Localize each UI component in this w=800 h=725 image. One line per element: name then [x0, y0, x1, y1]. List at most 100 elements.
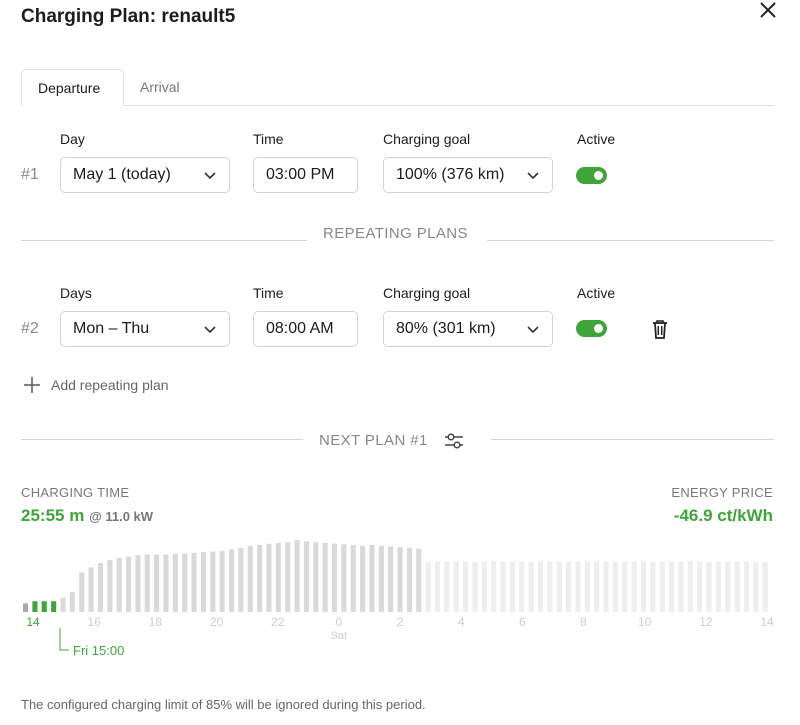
chart-bar: [435, 561, 441, 612]
time-input[interactable]: 03:00 PM: [253, 157, 358, 193]
x-tick-label: 2: [397, 615, 404, 629]
chart-bar: [97, 563, 103, 612]
chart-bar: [257, 545, 263, 612]
chart-bar: [537, 561, 543, 612]
charging-goal-select[interactable]: 80% (301 km): [383, 311, 553, 347]
chart-bar: [275, 542, 281, 612]
chart-bar: [60, 597, 66, 612]
chart-bar: [322, 542, 328, 612]
chart-bar: [622, 561, 628, 612]
chart-bar: [219, 550, 225, 612]
chart-bar: [453, 561, 459, 612]
chart-bar: [107, 560, 113, 612]
time-input-value: 08:00 AM: [266, 320, 334, 337]
active-toggle[interactable]: [576, 167, 607, 184]
time-label: Time: [253, 285, 284, 301]
chevron-down-icon: [527, 172, 539, 180]
add-repeating-plan-button[interactable]: Add repeating plan: [22, 374, 169, 396]
charging-power: @ 11.0 kW: [89, 509, 154, 524]
time-input-value: 03:00 PM: [266, 166, 335, 183]
chart-bar: [491, 561, 497, 612]
chart-bar: [294, 540, 300, 612]
chart-bar: [397, 547, 403, 612]
tab-departure[interactable]: Departure: [21, 69, 124, 106]
chart-bar: [388, 546, 394, 612]
sliders-icon[interactable]: [444, 432, 464, 450]
chart-bar: [603, 561, 609, 612]
chart-bar: [313, 542, 319, 612]
chart-bar: [631, 561, 637, 612]
days-select-value: Mon – Thu: [73, 320, 150, 337]
chevron-down-icon: [527, 326, 539, 334]
plan-marker-line: [59, 628, 69, 651]
chart-bar: [144, 554, 150, 612]
days-select[interactable]: Mon – Thu: [60, 311, 230, 347]
chart-bar: [285, 542, 291, 612]
chart-bar: [463, 561, 469, 612]
chart-bar: [612, 561, 618, 612]
charging-limit-note: The configured charging limit of 85% wil…: [21, 697, 426, 712]
chart-bar: [481, 561, 487, 612]
chart-bar: [247, 545, 253, 612]
chart-bar: [163, 554, 169, 612]
active-toggle[interactable]: [576, 320, 607, 337]
chart-bar: [79, 572, 85, 612]
chart-bar: [500, 561, 506, 612]
chart-bar: [69, 591, 75, 612]
plus-icon: [24, 377, 40, 393]
chart-bar: [238, 547, 244, 612]
x-tick-label: 4: [458, 615, 465, 629]
chart-bar: [528, 561, 534, 612]
chart-bar: [116, 558, 122, 612]
x-tick-label: 14: [26, 615, 40, 629]
chart-bar: [547, 561, 553, 612]
charging-goal-value: 100% (376 km): [396, 166, 505, 183]
chart-bar: [734, 561, 740, 612]
chart-bar: [416, 548, 422, 612]
trash-icon[interactable]: [650, 318, 670, 340]
time-input[interactable]: 08:00 AM: [253, 311, 358, 347]
chart-bar: [41, 601, 47, 612]
charging-duration: 25:55 m: [21, 506, 85, 525]
chart-bar: [509, 561, 515, 612]
charging-time-caption: CHARGING TIME: [21, 485, 130, 500]
chart-bar: [51, 601, 57, 612]
chart-bar: [697, 561, 703, 612]
plan-number: #2: [21, 320, 39, 337]
chart-bar: [360, 545, 366, 612]
x-tick-label: 16: [88, 615, 102, 629]
chart-bar: [743, 561, 749, 612]
divider-line: [21, 240, 307, 241]
chart-bar: [32, 601, 38, 612]
chart-bar: [135, 555, 141, 612]
charging-goal-select[interactable]: 100% (376 km): [383, 157, 553, 193]
chart-bar: [200, 552, 206, 612]
chart-bar: [640, 561, 646, 612]
chart-bar: [88, 567, 94, 612]
chart-bar: [332, 543, 338, 612]
energy-price-caption: ENERGY PRICE: [671, 485, 773, 500]
plan-number: #1: [21, 166, 39, 183]
day-select[interactable]: May 1 (today): [60, 157, 230, 193]
chart-bar: [472, 561, 478, 612]
chart-bar: [378, 545, 384, 612]
dialog-title: Charging Plan: renault5: [21, 6, 236, 27]
chart-bar: [191, 553, 197, 612]
chart-bar: [172, 553, 178, 612]
chart-bar: [229, 549, 235, 612]
close-icon[interactable]: [758, 0, 778, 20]
chart-bar: [266, 543, 272, 612]
day-label: Day: [60, 131, 85, 147]
x-tick-label: 14: [760, 615, 774, 629]
chart-bar: [556, 561, 562, 612]
days-label: Days: [60, 285, 92, 301]
add-repeating-plan-label: Add repeating plan: [51, 377, 169, 393]
x-tick-label: 0: [335, 615, 342, 629]
tab-arrival[interactable]: Arrival: [124, 69, 196, 106]
charging-goal-label: Charging goal: [383, 131, 471, 147]
chart-bar: [210, 551, 216, 612]
chart-bar: [154, 554, 160, 612]
chart-bar: [669, 561, 675, 612]
charging-time-value: 25:55 m @ 11.0 kW: [21, 506, 153, 526]
chart-bar: [650, 561, 656, 612]
